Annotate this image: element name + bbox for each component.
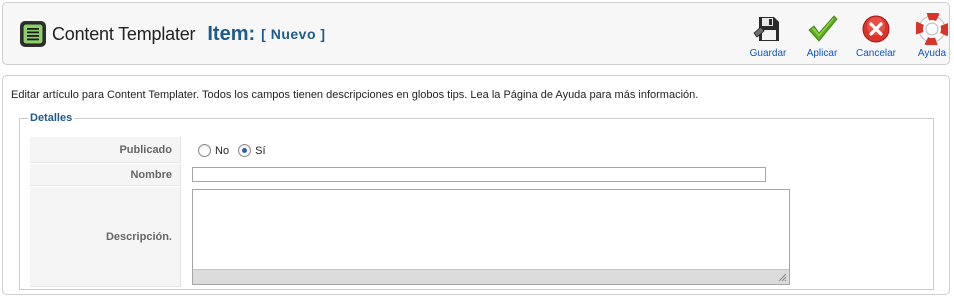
help-lifebuoy-icon	[916, 13, 948, 45]
toolbar-panel: Content Templater Item: [ Nuevo ] Guarda…	[2, 2, 950, 65]
content-panel: Editar artículo para Content Templater. …	[2, 75, 950, 295]
published-label: Publicado	[30, 137, 181, 163]
help-label: Ayuda	[917, 48, 947, 59]
published-row: Publicado No Sí	[30, 137, 790, 163]
help-button[interactable]: Ayuda	[907, 11, 954, 61]
description-label: Descripción.	[30, 187, 181, 287]
name-input[interactable]	[192, 167, 766, 182]
name-label: Nombre	[30, 164, 181, 186]
name-row: Nombre	[30, 164, 790, 186]
apply-check-icon	[808, 15, 838, 42]
cancel-button[interactable]: Cancelar	[851, 11, 901, 61]
save-icon	[753, 17, 779, 41]
details-legend: Detalles	[30, 112, 73, 124]
cancel-icon	[862, 15, 890, 43]
apply-label: Aplicar	[806, 48, 838, 59]
apply-button[interactable]: Aplicar	[797, 11, 847, 61]
description-row: Descripción.	[30, 187, 810, 287]
app-name: Content Templater	[52, 23, 196, 44]
editor-statusbar	[193, 269, 789, 284]
published-yes-radio[interactable]	[238, 144, 252, 157]
description-textarea[interactable]	[192, 189, 790, 285]
save-label: Guardar	[749, 48, 787, 59]
resize-grip-icon[interactable]	[777, 272, 787, 282]
page-header: Content Templater Item: [ Nuevo ]	[19, 20, 326, 48]
published-no-label: No	[215, 144, 230, 157]
intro-text: Editar artículo para Content Templater. …	[11, 89, 699, 101]
page-title: Item:	[207, 22, 256, 45]
cancel-label: Cancelar	[855, 48, 897, 59]
published-radio-group: No Sí	[198, 144, 272, 157]
page-subtitle: [ Nuevo ]	[261, 26, 326, 42]
published-no-radio[interactable]	[198, 144, 211, 157]
content-templater-logo-icon	[20, 21, 46, 47]
save-button[interactable]: Guardar	[743, 11, 793, 61]
details-fieldset: Detalles Publicado No Sí Nombre Descripc…	[19, 112, 934, 290]
published-yes-label: Sí	[255, 144, 266, 157]
